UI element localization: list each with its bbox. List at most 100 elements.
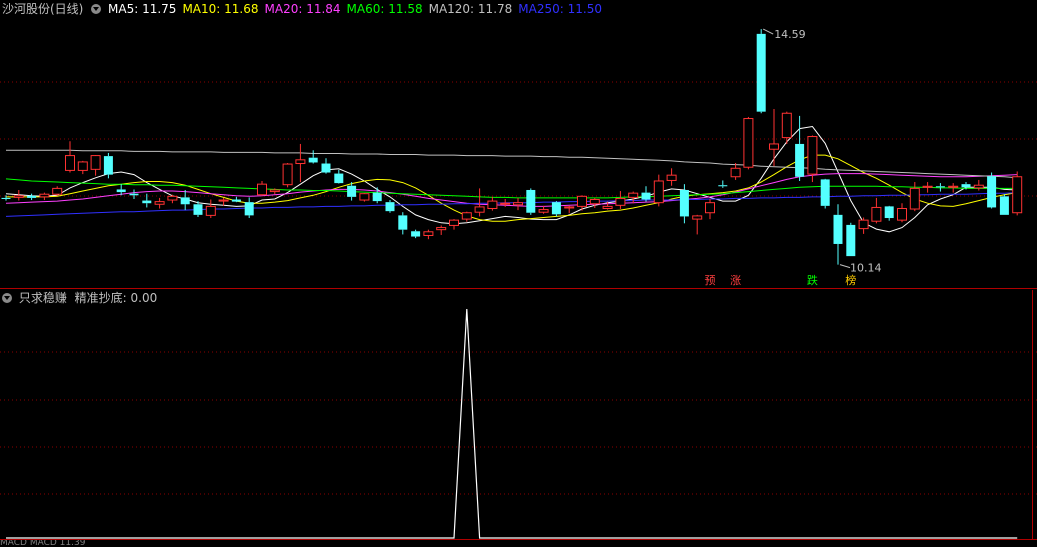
candle-body xyxy=(846,224,856,257)
candle-body xyxy=(474,206,485,213)
candle xyxy=(666,168,677,186)
candle-body xyxy=(257,183,267,196)
candle xyxy=(833,204,843,265)
candle xyxy=(39,192,50,201)
candle xyxy=(231,196,241,203)
signal-tag-0: 预 xyxy=(704,274,716,287)
ma-label-5: MA250: 11.50 xyxy=(518,2,602,16)
ma-lines xyxy=(5,125,1018,233)
candle xyxy=(385,200,395,213)
candle-body xyxy=(743,118,754,168)
candle-body xyxy=(705,202,715,214)
candle-body xyxy=(500,202,511,205)
candle xyxy=(27,193,37,201)
candle-body xyxy=(347,185,357,197)
candle xyxy=(205,199,216,219)
candle-body xyxy=(167,195,178,201)
candle-body xyxy=(27,195,37,198)
candle xyxy=(756,29,766,114)
candle xyxy=(973,179,984,191)
candle xyxy=(90,155,101,176)
candle xyxy=(538,205,549,214)
candle-body xyxy=(411,231,421,237)
candle-body xyxy=(39,193,50,198)
ma-label-2: MA20: 11.84 xyxy=(264,2,341,16)
candle xyxy=(743,116,754,170)
candle xyxy=(65,141,75,173)
kline-chart: 14.59 10.14 xyxy=(0,28,1037,540)
candle-body xyxy=(461,212,472,220)
candle xyxy=(180,189,190,211)
candle-body xyxy=(77,161,88,171)
candle-body xyxy=(615,197,626,206)
dropdown-icon[interactable] xyxy=(91,4,102,14)
candle xyxy=(244,197,254,219)
ma-line-ma5 xyxy=(5,125,1018,233)
candle xyxy=(1012,171,1023,216)
signal-tag-3: 榜 xyxy=(845,274,857,287)
candle-body xyxy=(948,185,959,188)
candle xyxy=(653,174,664,207)
candle xyxy=(820,178,830,209)
candle-body xyxy=(961,184,971,188)
candle-body xyxy=(129,193,139,196)
indicator-panel xyxy=(6,308,1018,539)
candle-body xyxy=(218,199,229,202)
candle-body xyxy=(589,199,600,205)
candle-body xyxy=(679,189,689,217)
ma-label-4: MA120: 11.78 xyxy=(428,2,513,16)
candle-body xyxy=(244,202,254,216)
high-label: 14.59 xyxy=(774,28,806,41)
candle-body xyxy=(973,184,984,189)
candle-body xyxy=(103,156,113,175)
candle-body xyxy=(1012,176,1023,214)
candle xyxy=(103,152,113,179)
candle-body xyxy=(142,200,152,204)
stock-title: 沙河股份(日线) xyxy=(2,2,84,16)
indicator-header: 只求稳赚 精准抄底: 0.00 xyxy=(2,290,163,306)
ma-label-3: MA60: 11.58 xyxy=(346,2,423,16)
candle-body xyxy=(513,202,523,206)
candle xyxy=(308,150,318,164)
candle-body xyxy=(154,201,165,205)
candle xyxy=(282,162,293,188)
candle-body xyxy=(385,202,395,212)
candle-body xyxy=(526,189,536,213)
candle-body xyxy=(641,192,651,200)
candle-body xyxy=(538,209,549,213)
candle-body xyxy=(321,163,331,173)
ma-legend: MA5: 11.75 MA10: 11.68 MA20: 11.84 MA60: 11… xyxy=(108,2,608,16)
indicator-value: 精准抄底: 0.00 xyxy=(74,291,158,305)
candle-body xyxy=(372,192,382,202)
candle xyxy=(295,143,306,183)
candle-body xyxy=(884,206,894,219)
candle xyxy=(846,222,856,257)
candle-body xyxy=(935,186,945,188)
candle-body xyxy=(922,185,933,188)
candle xyxy=(411,229,421,239)
candle-body xyxy=(718,185,728,187)
dropdown-icon[interactable] xyxy=(2,293,12,303)
candle-body xyxy=(487,200,498,209)
candle-body xyxy=(282,163,293,186)
candle-body xyxy=(909,187,920,210)
candle-body xyxy=(423,231,434,236)
candle-body xyxy=(692,215,703,220)
candle xyxy=(257,180,267,196)
low-pointer xyxy=(839,264,851,269)
candle-body xyxy=(756,33,766,112)
candle xyxy=(526,188,536,215)
candle-body xyxy=(52,187,63,195)
candle xyxy=(628,191,639,204)
candle xyxy=(359,193,370,202)
low-label: 10.14 xyxy=(850,262,882,275)
candle xyxy=(987,172,997,209)
candle-body xyxy=(205,205,216,216)
candle xyxy=(615,191,626,210)
candle xyxy=(52,186,63,196)
annotations: 14.59 10.14 xyxy=(762,28,882,275)
candle xyxy=(641,186,651,202)
candle xyxy=(423,229,434,240)
candle xyxy=(449,219,459,230)
candle-body xyxy=(308,157,318,163)
